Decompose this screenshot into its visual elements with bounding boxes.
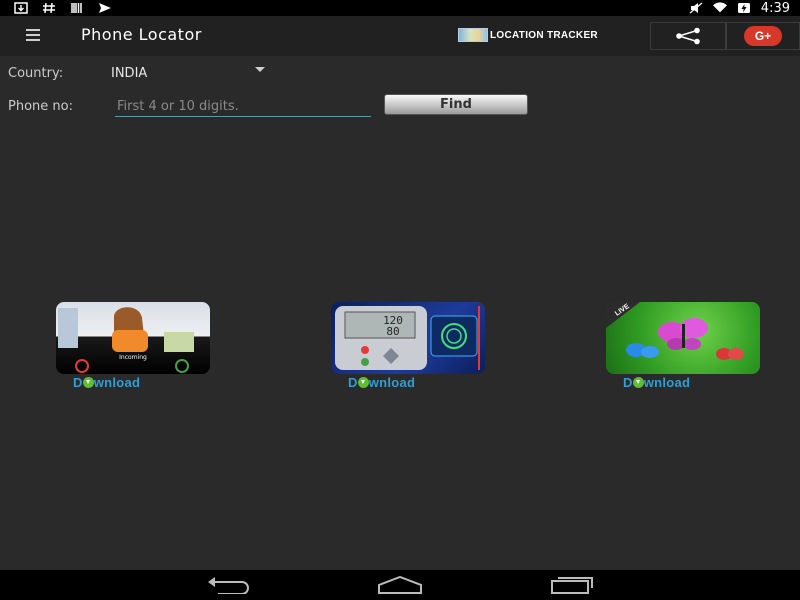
mute-icon (689, 2, 703, 14)
butterfly-wallpaper-thumbnail: LIVE (606, 302, 760, 374)
status-bar: 4:39 (0, 0, 800, 16)
country-value: INDIA (111, 66, 148, 81)
promo-butterfly-live-wallpaper[interactable]: LIVE Dwnload (606, 302, 766, 392)
barcode-icon (71, 3, 82, 13)
blood-pressure-app-thumbnail: 120 80 (331, 302, 485, 374)
status-left-icons (14, 0, 112, 16)
hamburger-menu-icon[interactable] (26, 29, 40, 41)
caller-app-thumbnail: Incoming (56, 302, 210, 374)
battery-charging-icon (737, 3, 750, 13)
location-tracker-label: LOCATION TRACKER (490, 29, 598, 41)
download-label[interactable]: Dwnload (348, 375, 415, 390)
paper-plane-icon (99, 3, 111, 13)
status-right-icons: 4:39 (689, 0, 790, 16)
map-icon (458, 28, 488, 42)
hash-icon (43, 2, 55, 14)
app-title: Phone Locator (81, 25, 202, 44)
phone-label: Phone no: (8, 99, 73, 114)
wifi-icon (712, 2, 727, 13)
status-time: 4:39 (760, 0, 790, 16)
download-arrow-icon (357, 377, 369, 388)
download-label[interactable]: Dwnload (623, 375, 690, 390)
google-plus-button[interactable]: G+ (726, 22, 800, 50)
svg-text:80: 80 (386, 325, 399, 338)
dropdown-arrow-icon (255, 67, 265, 72)
share-button[interactable] (650, 22, 726, 50)
google-plus-icon: G+ (744, 26, 782, 46)
svg-text:Incoming: Incoming (119, 354, 147, 361)
download-icon (14, 2, 28, 14)
butterfly-icon (658, 318, 708, 350)
share-icon (676, 27, 700, 45)
back-icon[interactable] (204, 576, 254, 594)
app-bar: Phone Locator LOCATION TRACKER G+ (0, 16, 800, 56)
promo-caller-app[interactable]: Incoming Dwnload (56, 302, 216, 392)
phone-number-input[interactable] (115, 96, 371, 117)
promo-blood-pressure-app[interactable]: 120 80 Dwnload (331, 302, 491, 392)
country-label: Country: (8, 66, 64, 81)
system-nav-bar (0, 570, 800, 600)
country-select[interactable]: INDIA (111, 62, 271, 81)
location-tracker-link[interactable]: LOCATION TRACKER (458, 26, 598, 44)
download-arrow-icon (82, 377, 94, 388)
recents-icon[interactable] (548, 576, 598, 594)
country-row: Country: INDIA (8, 62, 271, 81)
download-label[interactable]: Dwnload (73, 375, 140, 390)
home-icon[interactable] (375, 576, 425, 594)
download-arrow-icon (632, 377, 644, 388)
find-button[interactable]: Find (384, 94, 528, 115)
phone-row: Phone no: Find (8, 94, 548, 121)
